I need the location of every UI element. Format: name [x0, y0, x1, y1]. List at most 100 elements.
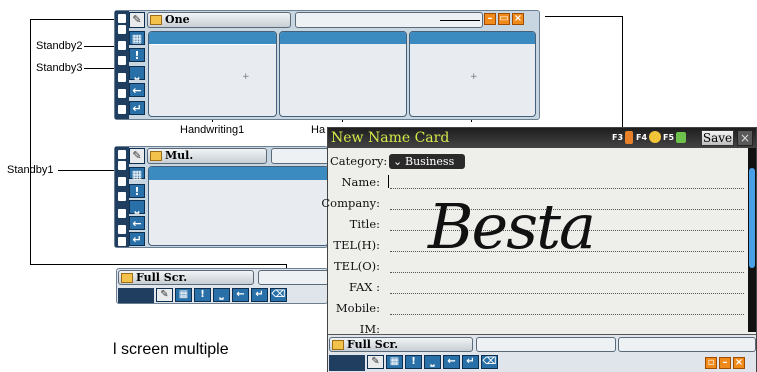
status-icons — [329, 355, 365, 371]
category-value: Business — [405, 155, 455, 168]
category-row: Category: ⌄ Business — [328, 151, 748, 171]
caption-text: l screen multiple — [113, 341, 229, 358]
callout-handwriting-partial: Ha — [311, 124, 326, 136]
pen-tool-icon[interactable]: ✎ — [156, 288, 173, 302]
save-button[interactable]: Save — [701, 130, 734, 146]
handwriting-cell-3[interactable]: + — [409, 31, 536, 117]
company-label: Company: — [321, 196, 380, 210]
space-icon[interactable]: ⎵ — [424, 355, 441, 369]
bracket-left — [30, 19, 31, 265]
mul-tab-label: Mul. — [165, 149, 194, 162]
full-tab[interactable]: Full Scr. — [329, 337, 473, 352]
eraser-icon[interactable]: ⌫ — [481, 355, 498, 369]
layout-button[interactable]: ▫ — [705, 357, 717, 369]
keyboard-icon[interactable]: ▦ — [175, 288, 192, 302]
category-label: Category: — [330, 154, 388, 168]
enter-icon[interactable]: ↵ — [129, 101, 145, 115]
title-label: Title: — [349, 217, 380, 231]
pen-tool-icon[interactable]: ✎ — [129, 148, 145, 164]
category-select[interactable]: ⌄ Business — [389, 154, 465, 169]
minimize-button[interactable]: – — [484, 13, 496, 25]
close-button[interactable]: × — [737, 130, 753, 146]
eraser-icon[interactable]: ⌫ — [270, 288, 287, 302]
full-tab[interactable]: Full Scr. — [118, 270, 254, 285]
bracket-top — [30, 19, 114, 20]
card-leader-h — [545, 16, 623, 17]
enter-icon[interactable]: ↵ — [251, 288, 268, 302]
backspace-icon[interactable]: ← — [129, 216, 145, 230]
exclaim-icon[interactable]: ! — [129, 184, 145, 198]
status-icons — [118, 288, 154, 303]
candidate-field[interactable] — [295, 12, 483, 28]
f3-key-label[interactable]: F3 — [612, 133, 623, 142]
name-card-window: New Name Card F3 F4 F5 Save × Category: … — [321, 127, 757, 372]
full-panel: Full Scr. ✎ ▦ ! ⎵ ← ↵ ⌫ — [116, 268, 329, 304]
full-tab-label: Full Scr. — [347, 338, 399, 351]
one-tab[interactable]: One — [147, 12, 291, 28]
candidate-field[interactable] — [271, 148, 329, 164]
space-icon[interactable]: ⎵ — [213, 288, 230, 302]
tel-h-label: TEL(H): — [333, 238, 380, 252]
handwriting-ink: Besta — [428, 190, 596, 263]
pen-tool-icon[interactable]: ✎ — [129, 12, 145, 28]
callout-standby3: Standby3 — [36, 62, 83, 74]
card-leader-v — [622, 16, 623, 128]
restore-button[interactable]: ▭ — [498, 13, 510, 25]
handwriting-area[interactable] — [148, 166, 329, 246]
exclaim-icon[interactable]: ! — [194, 288, 211, 302]
candidate-field-2[interactable] — [618, 337, 756, 352]
name-label: Name: — [341, 175, 380, 189]
pencil-icon — [121, 273, 133, 283]
lock-icon[interactable] — [676, 132, 686, 143]
space-icon[interactable]: ⎵ — [129, 66, 145, 80]
mul-panel: ✎ Mul. ▦ ! ⎵ ← ↵ — [114, 146, 329, 248]
f4-key-label[interactable]: F4 — [636, 133, 647, 142]
enter-icon[interactable]: ↵ — [129, 232, 145, 246]
handwriting-cell-1[interactable]: + — [148, 31, 277, 117]
fax-row[interactable]: FAX : — [328, 277, 748, 297]
keyboard-icon[interactable]: ▦ — [129, 31, 145, 45]
pen-tool-icon[interactable]: ✎ — [367, 355, 384, 369]
bracket-bottom — [30, 264, 286, 265]
smiley-icon[interactable] — [649, 131, 661, 143]
f5-key-label[interactable]: F5 — [663, 133, 674, 142]
ime-bar: Full Scr. ✎ ▦ ! ⎵ ← ↵ ⌫ ▫ – × — [328, 334, 756, 372]
enter-icon[interactable]: ↵ — [462, 355, 479, 369]
tel-o-label: TEL(O): — [334, 259, 380, 273]
fax-label: FAX : — [348, 280, 380, 294]
close-button[interactable]: × — [512, 13, 524, 25]
pencil-icon — [332, 340, 344, 350]
text-cursor — [388, 175, 389, 188]
window-title: New Name Card — [331, 130, 450, 146]
space-icon[interactable]: ⎵ — [129, 200, 145, 214]
mobile-label: Mobile: — [335, 301, 380, 315]
keyboard-icon[interactable]: ▦ — [129, 167, 145, 181]
exclaim-icon[interactable]: ! — [405, 355, 422, 369]
candidate-field-1[interactable] — [476, 337, 616, 352]
exclaim-icon[interactable]: ! — [129, 48, 145, 62]
vertical-scrollbar[interactable] — [748, 148, 756, 332]
backspace-icon[interactable]: ← — [129, 83, 145, 97]
chevron-down-icon: ⌄ — [393, 155, 403, 168]
one-tab-label: One — [165, 13, 190, 26]
minimize-button[interactable]: – — [719, 357, 731, 369]
handwriting-cell-2[interactable]: + — [279, 31, 407, 117]
candidate-field[interactable] — [258, 270, 329, 285]
full-tab-label: Full Scr. — [136, 271, 188, 284]
mul-tab[interactable]: Mul. — [147, 148, 267, 164]
pen-icon[interactable] — [625, 131, 633, 144]
backspace-icon[interactable]: ← — [443, 355, 460, 369]
pencil-icon — [150, 15, 162, 25]
title-bar: New Name Card F3 F4 F5 Save × — [328, 128, 756, 148]
close-button[interactable]: × — [733, 357, 745, 369]
one-panel: ✎ One – ▭ × ▦ ! ⎵ ← ↵ + + + — [114, 10, 540, 120]
keyboard-icon[interactable]: ▦ — [386, 355, 403, 369]
mobile-row[interactable]: Mobile: — [328, 298, 748, 318]
callout-standby1: Standby1 — [7, 164, 54, 176]
callout-handwriting1: Handwriting1 — [180, 124, 245, 136]
pencil-icon — [150, 151, 162, 161]
status-strip — [115, 147, 129, 247]
name-row[interactable]: Name: — [328, 172, 748, 192]
backspace-icon[interactable]: ← — [232, 288, 249, 302]
status-strip — [115, 11, 129, 119]
